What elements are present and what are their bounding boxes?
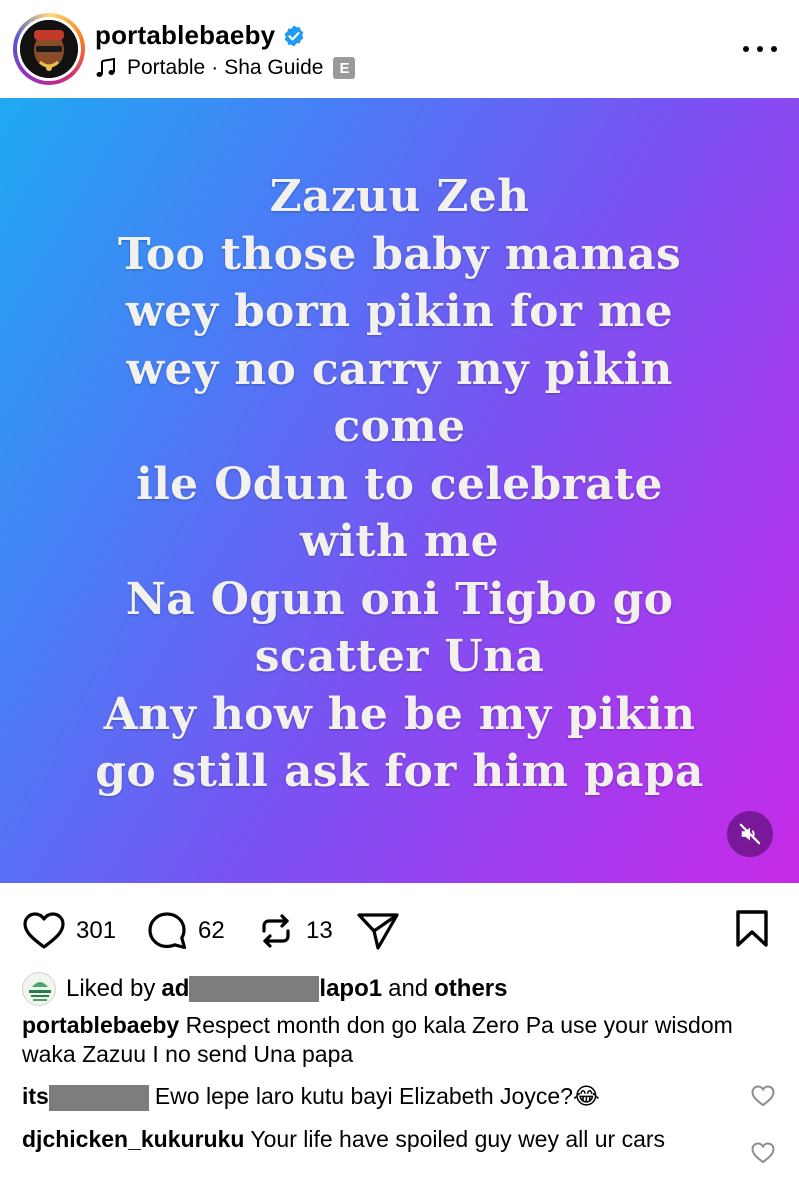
redaction-box	[48, 1084, 149, 1111]
post-text-line: with me	[300, 516, 499, 567]
post-text-line: ile Odun to celebrate	[136, 458, 663, 510]
dot	[771, 46, 777, 52]
liker-avatar[interactable]	[22, 972, 56, 1006]
audio-attribution[interactable]: Portable · Sha Guide E	[95, 55, 356, 81]
post-text-line: Na Ogun oni Tigbo go	[125, 573, 674, 625]
heart-icon	[23, 912, 65, 949]
post-text-line: come	[333, 401, 466, 452]
post-text-line: wey born pikin for me	[126, 286, 673, 337]
speaker-muted-icon	[739, 823, 761, 845]
post-text-line: Zazuu Zeh	[269, 171, 530, 222]
comment-item: its Ewo lepe laro kutu bayi Elizabeth Joy…	[22, 1082, 722, 1111]
more-options-icon[interactable]	[743, 34, 777, 64]
post-header: portablebaeby Portable · Sha Guide E	[0, 0, 799, 98]
comment-username[interactable]: its	[22, 1083, 49, 1109]
repost-button[interactable]: 13	[256, 911, 333, 951]
comment-like-heart-icon[interactable]	[750, 1083, 776, 1109]
post-text-line: Too those baby mamas	[117, 228, 682, 280]
music-separator: ·	[211, 56, 219, 79]
caption-username[interactable]: portablebaeby	[22, 1012, 179, 1038]
liker-username-end[interactable]: lapo1	[319, 975, 382, 1003]
like-button[interactable]: 301	[22, 911, 116, 951]
repost-count[interactable]: 13	[306, 917, 333, 945]
comment-item: djchicken_kukuruku Your life have spoile…	[22, 1125, 722, 1154]
music-song: Sha Guide	[224, 56, 324, 79]
comment-username[interactable]: djchicken_kukuruku	[22, 1126, 244, 1152]
redaction-box	[189, 976, 320, 1002]
comment-like-heart-icon[interactable]	[750, 1140, 776, 1166]
avatar[interactable]	[20, 20, 78, 78]
bookmark-icon	[736, 910, 768, 947]
caption: portablebaeby Respect month don go kala …	[22, 1011, 742, 1069]
avatar-border	[17, 17, 81, 81]
repost-icon	[262, 914, 290, 948]
comment-text: Your life have spoiled guy wey all ur ca…	[250, 1126, 666, 1152]
music-note-icon	[96, 57, 115, 77]
comment-text: Ewo lepe laro kutu bayi Elizabeth Joyce?…	[154, 1083, 600, 1109]
liked-by-and: and	[388, 975, 429, 1002]
comment-bubble-icon	[148, 912, 187, 950]
liked-by-prefix: Liked by	[66, 975, 156, 1002]
liked-by-row[interactable]: Liked by ad lapo1 and others	[22, 972, 508, 1006]
username[interactable]: portablebaeby	[95, 20, 275, 51]
music-artist: Portable	[127, 56, 206, 79]
post-text-line: scatter Una	[254, 631, 545, 682]
post-text-line: Any how he be my pikin	[103, 688, 696, 740]
liker-avatar-image	[23, 973, 55, 1005]
send-icon	[357, 913, 399, 950]
post-text-block: Zazuu Zeh Too those baby mamas wey born pi…	[0, 168, 799, 801]
avatar-illustration	[20, 20, 78, 78]
verified-badge-icon	[284, 25, 304, 47]
share-button[interactable]	[356, 911, 400, 951]
explicit-badge: E	[333, 57, 356, 79]
save-button[interactable]	[735, 909, 769, 954]
post-media[interactable]: Zazuu Zeh Too those baby mamas wey born pi…	[0, 98, 799, 883]
liked-by-others[interactable]: others	[434, 975, 507, 1003]
story-ring[interactable]	[13, 13, 85, 85]
post-text-line: wey no carry my pikin	[126, 343, 673, 395]
liker-username-start[interactable]: ad	[161, 975, 189, 1003]
like-count[interactable]: 301	[76, 917, 116, 945]
dot	[757, 46, 763, 52]
dot	[743, 46, 749, 52]
comment-button[interactable]: 62	[146, 911, 225, 951]
comment-count[interactable]: 62	[198, 917, 225, 945]
post-text-line: go still ask for him papa	[95, 746, 704, 797]
action-bar: 301 62 13	[0, 883, 799, 973]
mute-toggle-button[interactable]	[727, 811, 773, 857]
